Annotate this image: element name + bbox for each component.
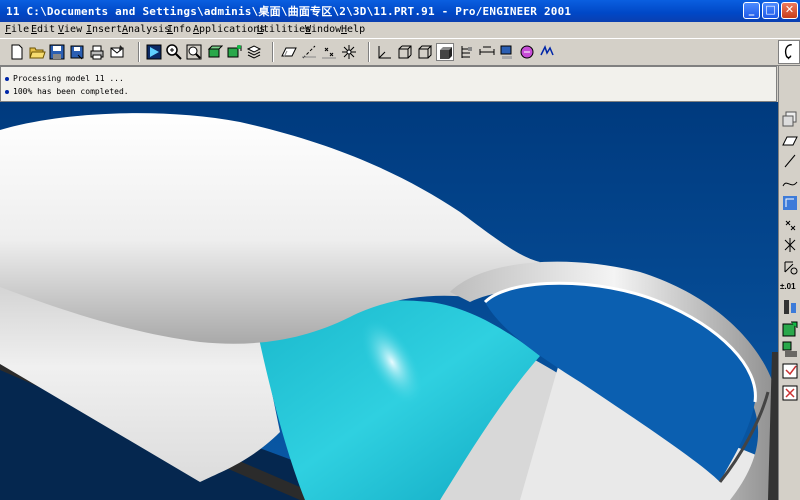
- menu-view[interactable]: View: [58, 24, 82, 35]
- datum-axis-tool-icon[interactable]: [781, 152, 799, 170]
- save-icon[interactable]: [48, 43, 66, 61]
- named-view-icon[interactable]: [225, 43, 243, 61]
- menu-edit[interactable]: Edit: [31, 24, 55, 35]
- shaded-icon[interactable]: [436, 43, 454, 61]
- title-bar: 11 C:\Documents and Settings\adminis\桌面\…: [0, 0, 800, 22]
- menu-bar: File Edit View Insert Analysis Info Appl…: [0, 22, 800, 38]
- feature-toolbar: ±.01: [778, 102, 800, 500]
- datum-axis-display-icon[interactable]: [300, 43, 318, 61]
- datum-plane-tool-icon[interactable]: [781, 132, 799, 150]
- sketcher-toggle-icon[interactable]: [778, 40, 800, 64]
- whats-this-icon[interactable]: [538, 43, 556, 61]
- message-bullet-icon: [5, 89, 9, 94]
- graphics-viewport[interactable]: [0, 102, 778, 500]
- open-icon[interactable]: [28, 43, 46, 61]
- message-line: 100% has been completed.: [5, 87, 129, 96]
- send-mail-icon[interactable]: [108, 43, 126, 61]
- dimension-tolerance-icon[interactable]: ±.01: [780, 282, 796, 291]
- feature-list-icon[interactable]: [781, 340, 799, 358]
- window-title: 11 C:\Documents and Settings\adminis\桌面\…: [6, 5, 572, 18]
- model-tree-icon[interactable]: [458, 43, 476, 61]
- zoom-fit-icon[interactable]: [185, 43, 203, 61]
- spin-center-icon[interactable]: [340, 43, 358, 61]
- info-icon[interactable]: [498, 43, 516, 61]
- main-toolbar: [0, 38, 800, 66]
- surface-copy-icon[interactable]: [781, 110, 799, 128]
- relations-icon[interactable]: [781, 298, 799, 316]
- offset-point-icon[interactable]: [781, 236, 799, 254]
- datum-coord-sys-icon[interactable]: [781, 194, 799, 212]
- menu-utilities[interactable]: Utilities: [257, 24, 311, 35]
- new-icon[interactable]: [8, 43, 26, 61]
- menu-window[interactable]: Window: [305, 24, 341, 35]
- message-area: Processing model 11 ... 100% has been co…: [0, 66, 777, 102]
- wireframe-icon[interactable]: [396, 43, 414, 61]
- dimension-display-icon[interactable]: [478, 43, 496, 61]
- message-text: 100% has been completed.: [13, 87, 129, 96]
- message-line: Processing model 11 ...: [5, 74, 124, 83]
- close-button[interactable]: ✕: [781, 2, 798, 19]
- menu-file[interactable]: File: [5, 24, 29, 35]
- datum-point-display-icon[interactable]: [320, 43, 338, 61]
- coord-sys-display-icon[interactable]: [376, 43, 394, 61]
- menu-info[interactable]: Info: [167, 24, 191, 35]
- minimize-button[interactable]: _: [743, 2, 760, 19]
- help-icon[interactable]: [518, 43, 536, 61]
- message-bullet-icon: [5, 76, 9, 81]
- quit-icon[interactable]: [781, 384, 799, 402]
- repaint-icon[interactable]: [145, 43, 163, 61]
- hidden-line-icon[interactable]: [416, 43, 434, 61]
- layers-icon[interactable]: [245, 43, 263, 61]
- datum-curve-tool-icon[interactable]: [781, 174, 799, 192]
- message-scrollbar[interactable]: [778, 66, 800, 102]
- sketch-icon[interactable]: [781, 258, 799, 276]
- datum-point-icon[interactable]: [781, 216, 799, 234]
- model-render: [0, 102, 778, 500]
- regenerate-icon[interactable]: [781, 320, 799, 338]
- message-text: Processing model 11 ...: [13, 74, 124, 83]
- print-icon[interactable]: [88, 43, 106, 61]
- datum-plane-display-icon[interactable]: [280, 43, 298, 61]
- orient-icon[interactable]: [205, 43, 223, 61]
- menu-insert[interactable]: Insert: [86, 24, 122, 35]
- save-copy-icon[interactable]: [68, 43, 86, 61]
- zoom-in-icon[interactable]: [165, 43, 183, 61]
- menu-help[interactable]: Help: [341, 24, 365, 35]
- menu-analysis[interactable]: Analysis: [122, 24, 170, 35]
- maximize-button[interactable]: □: [762, 2, 779, 19]
- done-icon[interactable]: [781, 362, 799, 380]
- menu-applications[interactable]: Applications: [193, 24, 265, 35]
